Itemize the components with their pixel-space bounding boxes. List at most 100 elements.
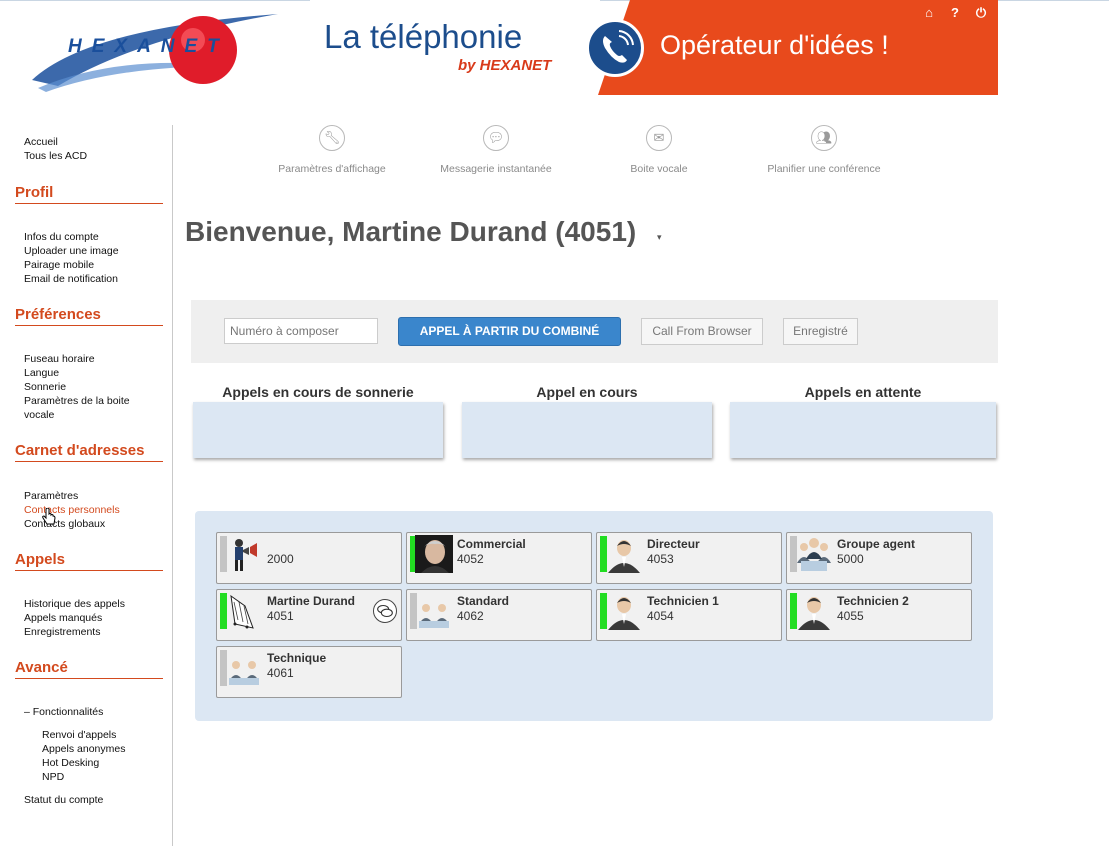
page-title: Bienvenue, Martine Durand (4051) xyxy=(185,216,637,247)
section-carnet-adresses: Carnet d'adresses xyxy=(15,442,163,462)
sidebar-item-statut-compte[interactable]: Statut du compte xyxy=(24,793,103,807)
contact-name: Commercial xyxy=(457,537,526,551)
pair-icon xyxy=(229,661,259,685)
contact-name: Directeur xyxy=(647,537,700,551)
group-icon: 👥︎ xyxy=(811,125,837,151)
dial-number-input[interactable] xyxy=(224,318,378,344)
hand-cursor-icon xyxy=(42,508,56,525)
tool-parametres-affichage[interactable]: 🔧︎ Paramètres d'affichage xyxy=(276,125,388,175)
contact-name: Technique xyxy=(267,651,327,665)
contact-extension: 4055 xyxy=(837,609,864,623)
tool-label: Messagerie instantanée xyxy=(440,163,552,175)
record-button[interactable]: Enregistré xyxy=(783,318,858,345)
photo-avatar xyxy=(415,535,453,573)
person-icon xyxy=(608,540,640,573)
tool-label: Planifier une conférence xyxy=(767,163,881,175)
tool-conference[interactable]: 👥︎ Planifier une conférence xyxy=(764,125,884,175)
contact-card[interactable]: Technicien 1 4054 xyxy=(596,589,782,641)
sidebar-item-npd[interactable]: NPD xyxy=(42,770,64,784)
contact-extension: 4061 xyxy=(267,666,294,680)
panel-title-waiting: Appels en attente xyxy=(804,384,922,400)
banner-slogan: Opérateur d'idées ! xyxy=(660,30,889,60)
sidebar-item-email-notification[interactable]: Email de notification xyxy=(24,272,118,286)
contact-name: Martine Durand xyxy=(267,594,356,608)
contacts-panel: 2000 Commercial 4052 Directeur 4053 Grou… xyxy=(195,511,993,721)
banner-left: La téléphonie by HEXANET xyxy=(310,0,600,95)
hexanet-logo[interactable]: HEXANET xyxy=(28,8,288,96)
contact-extension: 5000 xyxy=(837,552,864,566)
contact-card[interactable]: Martine Durand 4051 xyxy=(216,589,402,641)
sidebar-item-fuseau-horaire[interactable]: Fuseau horaire xyxy=(24,352,95,366)
pair-icon xyxy=(419,604,449,628)
chat-icon: 💬︎ xyxy=(483,125,509,151)
contact-card[interactable]: Technicien 2 4055 xyxy=(786,589,972,641)
group-agent-icon xyxy=(797,538,831,571)
panel-title-current: Appel en cours xyxy=(536,384,638,400)
contact-extension: 4053 xyxy=(647,552,674,566)
panel-ringing-calls xyxy=(193,402,443,458)
sidebar-item-contacts-globaux[interactable]: Contacts globaux xyxy=(24,517,105,531)
speaker-icon xyxy=(235,539,257,571)
tool-messagerie[interactable]: 💬︎ Messagerie instantanée xyxy=(438,125,554,175)
home-icon[interactable]: ⌂ xyxy=(922,6,936,20)
sidebar-item-historique[interactable]: Historique des appels xyxy=(24,597,125,611)
section-avance: Avancé xyxy=(15,659,163,679)
call-from-browser-button[interactable]: Call From Browser xyxy=(641,318,763,345)
person-icon xyxy=(798,597,830,630)
wrench-icon: 🔧︎ xyxy=(319,125,345,151)
sidebar-item-fonctionnalites[interactable]: – Fonctionnalités xyxy=(24,705,103,719)
contact-card[interactable]: Commercial 4052 xyxy=(406,532,592,584)
sidebar-item-appels-anonymes[interactable]: Appels anonymes xyxy=(42,742,125,756)
panel-waiting-calls xyxy=(730,402,996,458)
banner-title: La téléphonie xyxy=(324,18,523,55)
sidebar-item-appels-manques[interactable]: Appels manqués xyxy=(24,611,102,625)
contact-name: Technicien 2 xyxy=(837,594,909,608)
sidebar-item-pairage-mobile[interactable]: Pairage mobile xyxy=(24,258,94,272)
sidebar-item-parametres-boite[interactable]: Paramètres de la boite xyxy=(24,394,130,408)
sidebar-item-langue[interactable]: Langue xyxy=(24,366,59,380)
section-preferences: Préférences xyxy=(15,306,163,326)
contact-card[interactable]: Groupe agent 5000 xyxy=(786,532,972,584)
section-profil: Profil xyxy=(15,184,163,204)
tool-boite-vocale[interactable]: ✉︎ Boite vocale xyxy=(628,125,690,175)
contact-card[interactable]: Standard 4062 xyxy=(406,589,592,641)
header-icons: ⌂ ? ⏻ xyxy=(922,6,988,20)
contact-extension: 2000 xyxy=(267,552,294,566)
contact-extension: 4052 xyxy=(457,552,484,566)
contact-name: Groupe agent xyxy=(837,537,916,551)
sidebar-item-parametres[interactable]: Paramètres xyxy=(24,489,78,503)
section-appels: Appels xyxy=(15,551,163,571)
sidebar-item-enregistrements[interactable]: Enregistrements xyxy=(24,625,100,639)
tool-label: Paramètres d'affichage xyxy=(278,163,386,175)
person-icon xyxy=(608,597,640,630)
sidebar-item-vocale[interactable]: vocale xyxy=(24,408,54,422)
sketch-avatar xyxy=(230,594,254,629)
logo-text: HEXANET xyxy=(68,36,229,57)
envelope-icon: ✉︎ xyxy=(646,125,672,151)
sidebar-item-uploader-image[interactable]: Uploader une image xyxy=(24,244,119,258)
dial-bar: APPEL À PARTIR DU COMBINÉ Call From Brow… xyxy=(191,300,998,363)
sidebar-item-accueil[interactable]: Accueil xyxy=(24,135,58,149)
sidebar-item-sonnerie[interactable]: Sonnerie xyxy=(24,380,66,394)
banner-byline: by HEXANET xyxy=(458,57,552,74)
sidebar-item-renvoi-appels[interactable]: Renvoi d'appels xyxy=(42,728,116,742)
contact-extension: 4051 xyxy=(267,609,294,623)
contact-card[interactable]: 2000 xyxy=(216,532,402,584)
contact-card[interactable]: Technique 4061 xyxy=(216,646,402,698)
chevron-down-icon[interactable]: ▾ xyxy=(657,232,662,243)
panel-title-ringing: Appels en cours de sonnerie xyxy=(222,384,414,400)
call-from-handset-button[interactable]: APPEL À PARTIR DU COMBINÉ xyxy=(398,317,621,346)
sidebar-item-hot-desking[interactable]: Hot Desking xyxy=(42,756,99,770)
sidebar-item-contacts-personnels[interactable]: Contacts personnels xyxy=(24,503,120,517)
contact-card[interactable]: Directeur 4053 xyxy=(596,532,782,584)
chat-icon[interactable] xyxy=(373,599,397,623)
sidebar-item-infos-compte[interactable]: Infos du compte xyxy=(24,230,99,244)
contact-extension: 4062 xyxy=(457,609,484,623)
help-icon[interactable]: ? xyxy=(948,6,962,20)
sidebar-item-tous-les-acd[interactable]: Tous les ACD xyxy=(24,149,87,163)
tool-label: Boite vocale xyxy=(630,163,688,175)
power-icon[interactable]: ⏻ xyxy=(974,6,988,20)
panel-current-call xyxy=(462,402,712,458)
header-banner: La téléphonie by HEXANET Opérateur d'idé… xyxy=(310,0,998,95)
phone-icon xyxy=(586,19,644,77)
